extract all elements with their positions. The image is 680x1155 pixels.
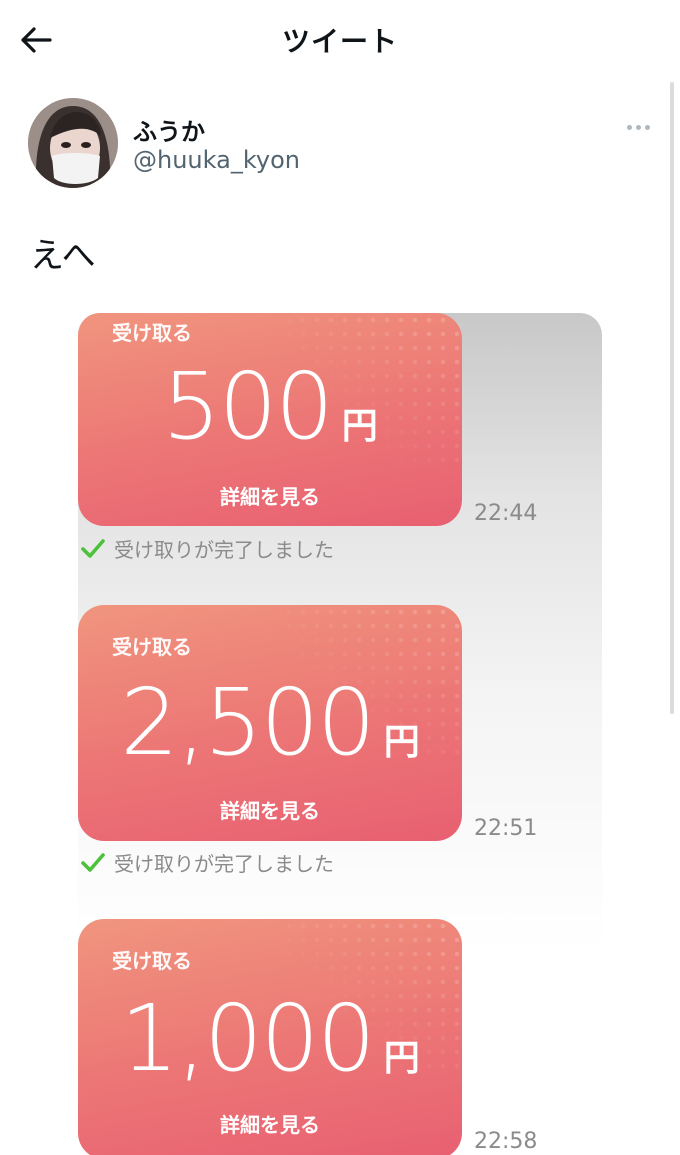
page-title: ツイート [281, 25, 398, 58]
payment-amount: 1,000 円 [78, 985, 462, 1092]
message-time: 22:44 [474, 501, 538, 526]
header: ツイート [0, 0, 680, 78]
view-details-link[interactable]: 詳細を見る [78, 1109, 462, 1138]
more-options-button[interactable] [622, 116, 654, 138]
payment-amount: 2,500 円 [78, 669, 462, 776]
more-dot-icon [644, 124, 650, 130]
message-time: 22:51 [474, 816, 538, 841]
view-details-link[interactable]: 詳細を見る [78, 481, 462, 510]
status-message: 受け取りが完了しました [78, 533, 334, 563]
amount-value: 1,000 [120, 985, 375, 1092]
receive-label: 受け取る [112, 635, 192, 659]
avatar[interactable] [28, 98, 118, 188]
receive-label: 受け取る [112, 949, 192, 973]
checkmark-icon [78, 847, 108, 877]
tweet-image[interactable]: 受け取る 500 円 詳細を見る 22:44 受け取りが完了しました 受け取る 2… [78, 313, 602, 1155]
receive-label: 受け取る [112, 321, 192, 345]
checkmark-icon [78, 533, 108, 563]
scrollbar[interactable] [670, 82, 674, 714]
more-dot-icon [635, 124, 641, 130]
user-handle[interactable]: @huuka_kyon [133, 146, 300, 174]
message-time: 22:58 [474, 1129, 538, 1154]
payment-card[interactable]: 受け取る 500 円 詳細を見る [78, 313, 462, 526]
currency-label: 円 [383, 722, 420, 763]
amount-value: 2,500 [120, 669, 375, 776]
status-text: 受け取りが完了しました [114, 851, 334, 876]
payment-card[interactable]: 受け取る 1,000 円 詳細を見る [78, 919, 462, 1155]
user-display-name[interactable]: ふうか [133, 112, 205, 147]
currency-label: 円 [383, 1038, 420, 1079]
status-message: 受け取りが完了しました [78, 847, 334, 877]
view-details-link[interactable]: 詳細を見る [78, 795, 462, 824]
tweet-text: えへ [30, 236, 96, 276]
status-text: 受け取りが完了しました [114, 537, 334, 562]
amount-value: 500 [162, 353, 334, 460]
more-dot-icon [626, 124, 632, 130]
payment-card[interactable]: 受け取る 2,500 円 詳細を見る [78, 605, 462, 841]
avatar-image [28, 98, 118, 188]
currency-label: 円 [341, 406, 378, 447]
payment-amount: 500 円 [78, 353, 462, 460]
